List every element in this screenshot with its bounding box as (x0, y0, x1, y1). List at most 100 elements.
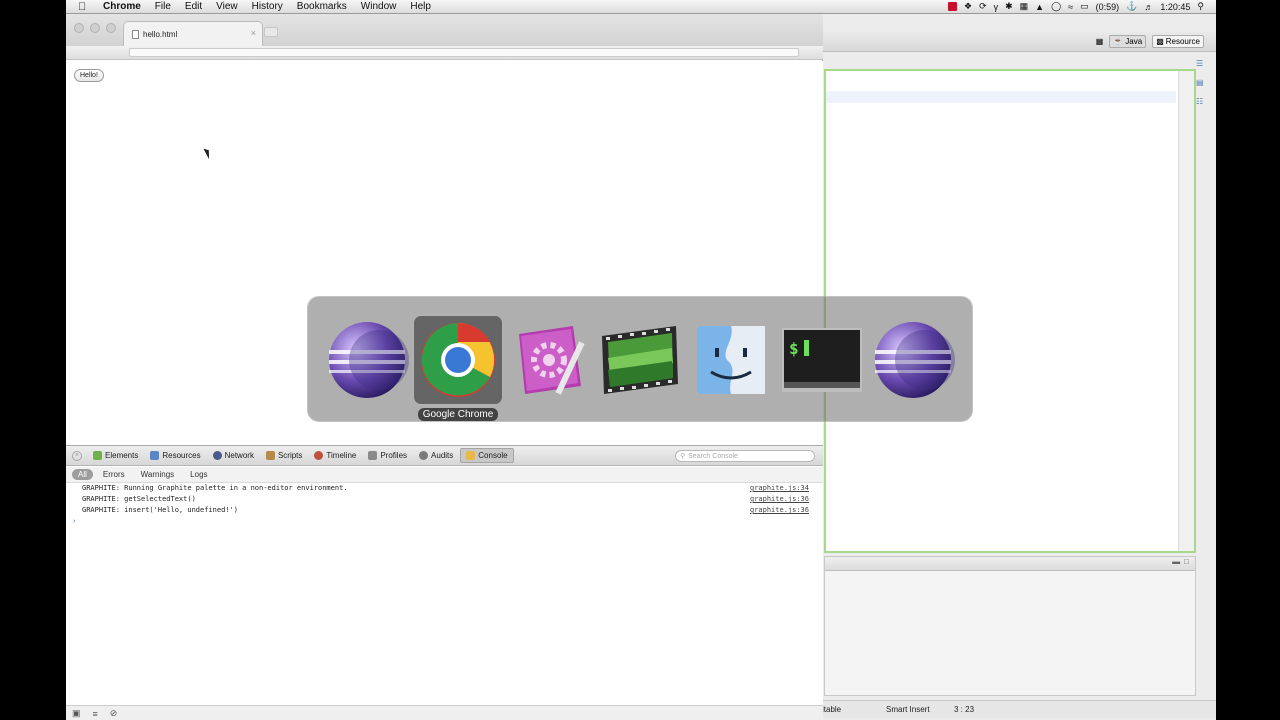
time-machine-icon[interactable]: ◯ (1051, 1, 1061, 12)
switcher-app-automator[interactable] (504, 315, 594, 405)
switcher-app-eclipse[interactable] (322, 315, 412, 405)
console-message: GRAPHITE: insert('Hello, undefined!') (82, 506, 238, 514)
console-source-link[interactable]: graphite.js:36 (750, 505, 809, 516)
console-search[interactable]: ⚲ Search Console (675, 450, 815, 462)
tab-audits[interactable]: Audits (414, 449, 458, 462)
switcher-app-terminal[interactable]: $ (777, 315, 867, 405)
audits-icon (419, 451, 429, 460)
tab-scripts-label: Scripts (277, 451, 303, 460)
tab-elements[interactable]: Elements (88, 449, 143, 462)
console-row: GRAPHITE: getSelectedText() graphite.js:… (66, 494, 823, 505)
menu-bookmarks[interactable]: Bookmarks (290, 1, 354, 12)
tab-console[interactable]: Console (460, 448, 514, 463)
close-devtools-icon[interactable]: × (72, 450, 82, 461)
tab-console-label: Console (478, 451, 508, 460)
tab-timeline[interactable]: Timeline (309, 449, 361, 462)
tab-strip: hello.html × (66, 14, 823, 46)
editor-scrollbar[interactable] (1178, 71, 1194, 551)
console-output: GRAPHITE: Running Graphite palette in a … (66, 483, 823, 703)
java-icon: ☕ (1113, 37, 1124, 46)
tab-network-label: Network (224, 451, 254, 460)
tab-timeline-label: Timeline (326, 451, 357, 460)
calendar-icon[interactable]: ▦ (1020, 1, 1029, 12)
outline-icon[interactable]: ☰ (1196, 59, 1210, 68)
bottom-panel: ▬ □ (824, 556, 1196, 696)
tab-resources-label: Resources (162, 451, 201, 460)
volume-icon[interactable]: ♬ (1144, 2, 1153, 12)
address-bar[interactable] (129, 48, 799, 57)
perspective-resource[interactable]: ▩ Resource (1152, 35, 1204, 48)
open-perspective-icon[interactable]: ▦ (1096, 37, 1104, 46)
side-toolbar: ☰ ▤ ☷ (1196, 59, 1210, 106)
filter-all[interactable]: All (72, 469, 93, 480)
menu-view[interactable]: View (209, 1, 245, 12)
perspective-java-label: Java (1125, 37, 1143, 46)
dropbox-icon[interactable]: ❖ (964, 1, 972, 12)
terminal-prompt-glyph: $ (789, 339, 799, 358)
hierarchy-icon[interactable]: ☷ (1196, 97, 1210, 106)
google-chrome-icon (421, 323, 495, 397)
sync-icon[interactable]: ⟳ (979, 1, 987, 12)
console-row: GRAPHITE: insert('Hello, undefined!') gr… (66, 505, 823, 516)
console-search-placeholder: Search Console (688, 452, 738, 460)
tab-audits-label: Audits (431, 451, 454, 460)
minimize-icon[interactable]: ▬ (1172, 557, 1180, 570)
finder-icon (697, 326, 765, 394)
timeline-icon (314, 451, 324, 460)
menu-help[interactable]: Help (403, 1, 438, 12)
tab-resources[interactable]: Resources (145, 449, 205, 462)
clear-console-icon[interactable]: ⊘ (110, 708, 118, 719)
console-icon (466, 451, 476, 460)
apple-icon[interactable]:  (78, 1, 96, 13)
network-icon (212, 451, 222, 460)
monument-icon[interactable]: ▲ (1035, 2, 1044, 12)
resources-icon (150, 451, 160, 460)
devtools-status-bar: ▣ ≡ ⊘ (66, 705, 823, 720)
menu-history[interactable]: History (245, 1, 290, 12)
status-menus: ❖ ⟳ γ ✱ ▦ ▲ ◯ ≈ ▭ (0:59) ⚓ ♬ 1:20:45 ⚲ (947, 1, 1216, 12)
filter-errors[interactable]: Errors (97, 469, 131, 480)
console-filter-bar: All Errors Warnings Logs (66, 467, 823, 483)
switcher-app-eclipse-2[interactable] (868, 315, 958, 405)
recording-icon[interactable] (947, 2, 957, 11)
menu-edit[interactable]: Edit (178, 1, 209, 12)
switcher-app-finder[interactable] (686, 315, 776, 405)
console-prompt[interactable]: › (66, 516, 823, 527)
star-icon[interactable]: ✱ (1005, 1, 1013, 12)
console-source-link[interactable]: graphite.js:34 (750, 483, 809, 494)
maximize-icon[interactable]: □ (1184, 557, 1189, 570)
console-message: GRAPHITE: Running Graphite palette in a … (82, 484, 348, 492)
eclipse-icon (329, 322, 409, 398)
tab-hello-html[interactable]: hello.html × (123, 21, 263, 46)
close-window-button[interactable] (74, 23, 84, 33)
bluetooth-icon[interactable]: ⚓ (1126, 1, 1137, 12)
spotlight-icon[interactable]: ⚲ (1197, 1, 1204, 12)
switcher-app-imovie[interactable] (595, 315, 685, 405)
eclipse-perspective-bar: ▦ ☕ Java ▩ Resource (820, 32, 1216, 52)
wifi-icon[interactable]: ≈ (1068, 2, 1073, 12)
show-console-icon[interactable]: ≡ (93, 709, 98, 719)
tab-scripts[interactable]: Scripts (261, 449, 307, 462)
new-tab-button[interactable] (264, 27, 278, 37)
perspective-java[interactable]: ☕ Java (1109, 35, 1147, 48)
menu-app-chrome[interactable]: Chrome (96, 1, 148, 12)
menu-file[interactable]: File (148, 1, 178, 12)
search-icon: ⚲ (680, 453, 686, 460)
tab-profiles[interactable]: Profiles (363, 449, 412, 462)
filter-warnings[interactable]: Warnings (135, 469, 181, 480)
task-icon[interactable]: ▤ (1196, 78, 1210, 87)
battery-icon[interactable]: ▭ (1080, 1, 1089, 12)
console-source-link[interactable]: graphite.js:36 (750, 494, 809, 505)
close-icon[interactable]: × (251, 28, 256, 38)
minimize-window-button[interactable] (90, 23, 100, 33)
hello-button[interactable]: Hello! (74, 69, 104, 82)
filter-logs[interactable]: Logs (184, 469, 213, 480)
menu-window[interactable]: Window (354, 1, 404, 12)
tab-network[interactable]: Network (208, 449, 259, 462)
zoom-window-button[interactable] (106, 23, 116, 33)
devtools-toolbar: × Elements Resources Network Scripts Tim… (66, 446, 823, 466)
clock[interactable]: 1:20:45 (1160, 2, 1190, 12)
fork-icon[interactable]: γ (994, 2, 999, 12)
dock-icon[interactable]: ▣ (72, 708, 81, 719)
switcher-app-google-chrome[interactable] (413, 315, 503, 405)
